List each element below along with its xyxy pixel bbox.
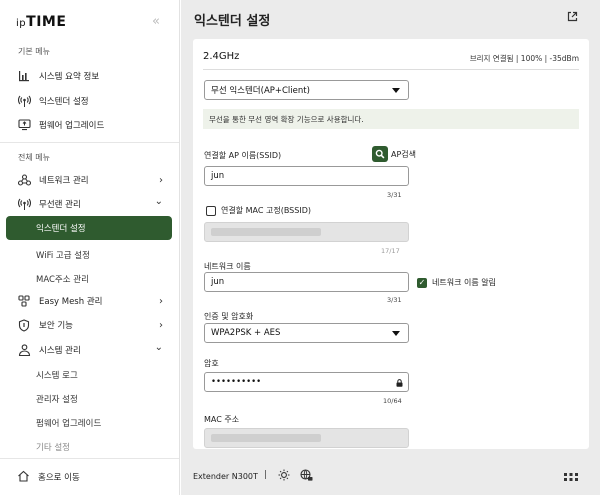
auth-label: 인증 및 암호화: [204, 312, 254, 321]
wifi-signal-icon: [17, 197, 31, 211]
network-name-value: jun: [211, 277, 225, 287]
sidebar-subitem-system-log[interactable]: 시스템 로그: [36, 369, 78, 381]
checkmark-icon: ✓: [417, 277, 427, 288]
sidebar-item-label: 펌웨어 업그레이드: [39, 121, 105, 131]
band-label: 2.4GHz: [203, 51, 240, 62]
device-model: Extender N300T: [193, 472, 258, 481]
lock-icon[interactable]: [396, 379, 403, 390]
password-input[interactable]: ••••••••••: [204, 372, 409, 392]
card-divider: [203, 69, 579, 70]
password-char-count: 10/64: [383, 397, 402, 405]
search-icon: [372, 146, 388, 162]
sidebar-subitem-wifi-advanced[interactable]: WiFi 고급 설정: [36, 249, 90, 261]
sidebar-item-label: 익스텐더 설정: [39, 97, 89, 107]
ap-search-button[interactable]: AP검색: [372, 146, 416, 162]
bssid-checkbox[interactable]: 연결할 MAC 고정(BSSID): [206, 205, 311, 216]
chevron-right-icon: ›: [159, 174, 163, 186]
sidebar-subitem-other-settings[interactable]: 기타 설정: [36, 441, 70, 453]
wifi-signal-icon: [17, 94, 31, 108]
grid-menu-icon[interactable]: [564, 473, 578, 484]
sidebar-item-system-summary[interactable]: 시스템 요약 정보: [0, 64, 179, 88]
home-link-label: 홈으로 이동: [38, 473, 80, 483]
network-name-notify-label: 네트워크 이름 알림: [432, 278, 496, 287]
network-name-char-count: 3/31: [387, 296, 402, 304]
mac-address-label: MAC 주소: [204, 415, 240, 424]
admin-icon: [17, 343, 31, 357]
chevron-right-icon: ›: [159, 295, 163, 307]
sidebar-item-label: 시스템 요약 정보: [39, 72, 100, 82]
auth-select-value: WPA2PSK + AES: [211, 328, 281, 338]
network-name-notify-checkbox[interactable]: ✓ 네트워크 이름 알림: [417, 277, 496, 288]
sidebar-item-security[interactable]: 보안 기능 ›: [0, 313, 179, 337]
shield-icon: [17, 318, 31, 332]
auth-select[interactable]: WPA2PSK + AES: [204, 323, 409, 343]
export-icon[interactable]: [567, 11, 578, 25]
monitor-upload-icon: [17, 118, 31, 132]
collapse-sidebar-icon[interactable]: «: [152, 14, 160, 29]
sidebar-subitem-extender-settings[interactable]: 익스텐더 설정: [6, 216, 172, 240]
password-label: 암호: [204, 359, 219, 368]
sidebar-item-label: 시스템 관리: [39, 346, 81, 356]
ssid-value: jun: [211, 171, 225, 181]
page-title: 익스텐더 설정: [194, 14, 271, 29]
sidebar-item-label: 보안 기능: [39, 321, 73, 331]
main-panel: 익스텐더 설정 2.4GHz 브리지 연결됨 | 100% | -35dBm 무…: [181, 0, 600, 495]
chevron-down-icon: ⌄: [154, 196, 163, 207]
sidebar-subitem-mac-management[interactable]: MAC주소 관리: [36, 273, 89, 285]
network-icon: [17, 173, 31, 187]
settings-card: 2.4GHz 브리지 연결됨 | 100% | -35dBm 무선 익스텐더(A…: [193, 39, 589, 449]
blurred-mac-value: [211, 228, 321, 236]
sidebar: ipTIME « 기본 메뉴 시스템 요약 정보 익스텐더 설정 펌웨어 업그레…: [0, 0, 180, 495]
sidebar-item-system[interactable]: 시스템 관리 ⌄: [0, 338, 179, 362]
chevron-down-icon: ⌄: [154, 342, 163, 353]
password-value: ••••••••••: [211, 377, 262, 387]
bssid-label: 연결할 MAC 고정(BSSID): [221, 206, 311, 215]
network-name-label: 네트워크 이름: [204, 262, 251, 271]
sidebar-subitem-admin-settings[interactable]: 관리자 설정: [36, 393, 78, 405]
ssid-input[interactable]: jun: [204, 166, 409, 186]
sidebar-item-wireless[interactable]: 무선랜 관리 ⌄: [0, 192, 179, 216]
sidebar-item-label: 네트워크 관리: [39, 176, 89, 186]
sidebar-divider: [0, 142, 179, 143]
sidebar-item-label: 무선랜 관리: [39, 200, 81, 210]
mac-address-input: [204, 428, 409, 448]
network-name-input[interactable]: jun: [204, 272, 409, 292]
mode-select-value: 무선 익스텐더(AP+Client): [211, 86, 310, 96]
caret-down-icon: [392, 88, 400, 93]
sidebar-item-label: Easy Mesh 관리: [39, 297, 103, 307]
mode-description: 무선을 통한 무선 영역 확장 기능으로 사용합니다.: [203, 109, 579, 129]
ssid-label: 연결할 AP 이름(SSID): [204, 151, 282, 160]
footer-separator: |: [264, 470, 268, 480]
bssid-input: [204, 222, 409, 242]
full-menu-heading: 전체 메뉴: [18, 153, 50, 162]
sidebar-divider: [0, 458, 179, 459]
ap-search-label: AP검색: [391, 149, 417, 159]
iptime-logo[interactable]: ipTIME: [16, 14, 66, 30]
bar-chart-icon: [17, 69, 31, 83]
mesh-icon: [17, 294, 31, 308]
sidebar-subitem-firmware-upgrade[interactable]: 펌웨어 업그레이드: [36, 417, 101, 429]
connection-status: 브리지 연결됨 | 100% | -35dBm: [469, 54, 579, 63]
language-icon[interactable]: [300, 469, 313, 484]
ssid-char-count: 3/31: [387, 191, 402, 199]
sidebar-item-network[interactable]: 네트워크 관리 ›: [0, 168, 179, 192]
checkbox-box: [206, 205, 216, 216]
brightness-icon[interactable]: [278, 469, 290, 484]
chevron-right-icon: ›: [159, 319, 163, 331]
sidebar-item-easy-mesh[interactable]: Easy Mesh 관리 ›: [0, 289, 179, 313]
mode-select[interactable]: 무선 익스텐더(AP+Client): [204, 80, 409, 100]
caret-down-icon: [392, 331, 400, 336]
sidebar-item-extender-settings[interactable]: 익스텐더 설정: [0, 89, 179, 113]
blurred-mac-value: [211, 434, 321, 442]
home-link[interactable]: 홈으로 이동: [0, 466, 179, 488]
bssid-char-count: 17/17: [381, 247, 400, 255]
basic-menu-heading: 기본 메뉴: [18, 47, 50, 56]
home-icon: [17, 470, 30, 485]
sidebar-item-firmware-upgrade[interactable]: 펌웨어 업그레이드: [0, 113, 179, 137]
